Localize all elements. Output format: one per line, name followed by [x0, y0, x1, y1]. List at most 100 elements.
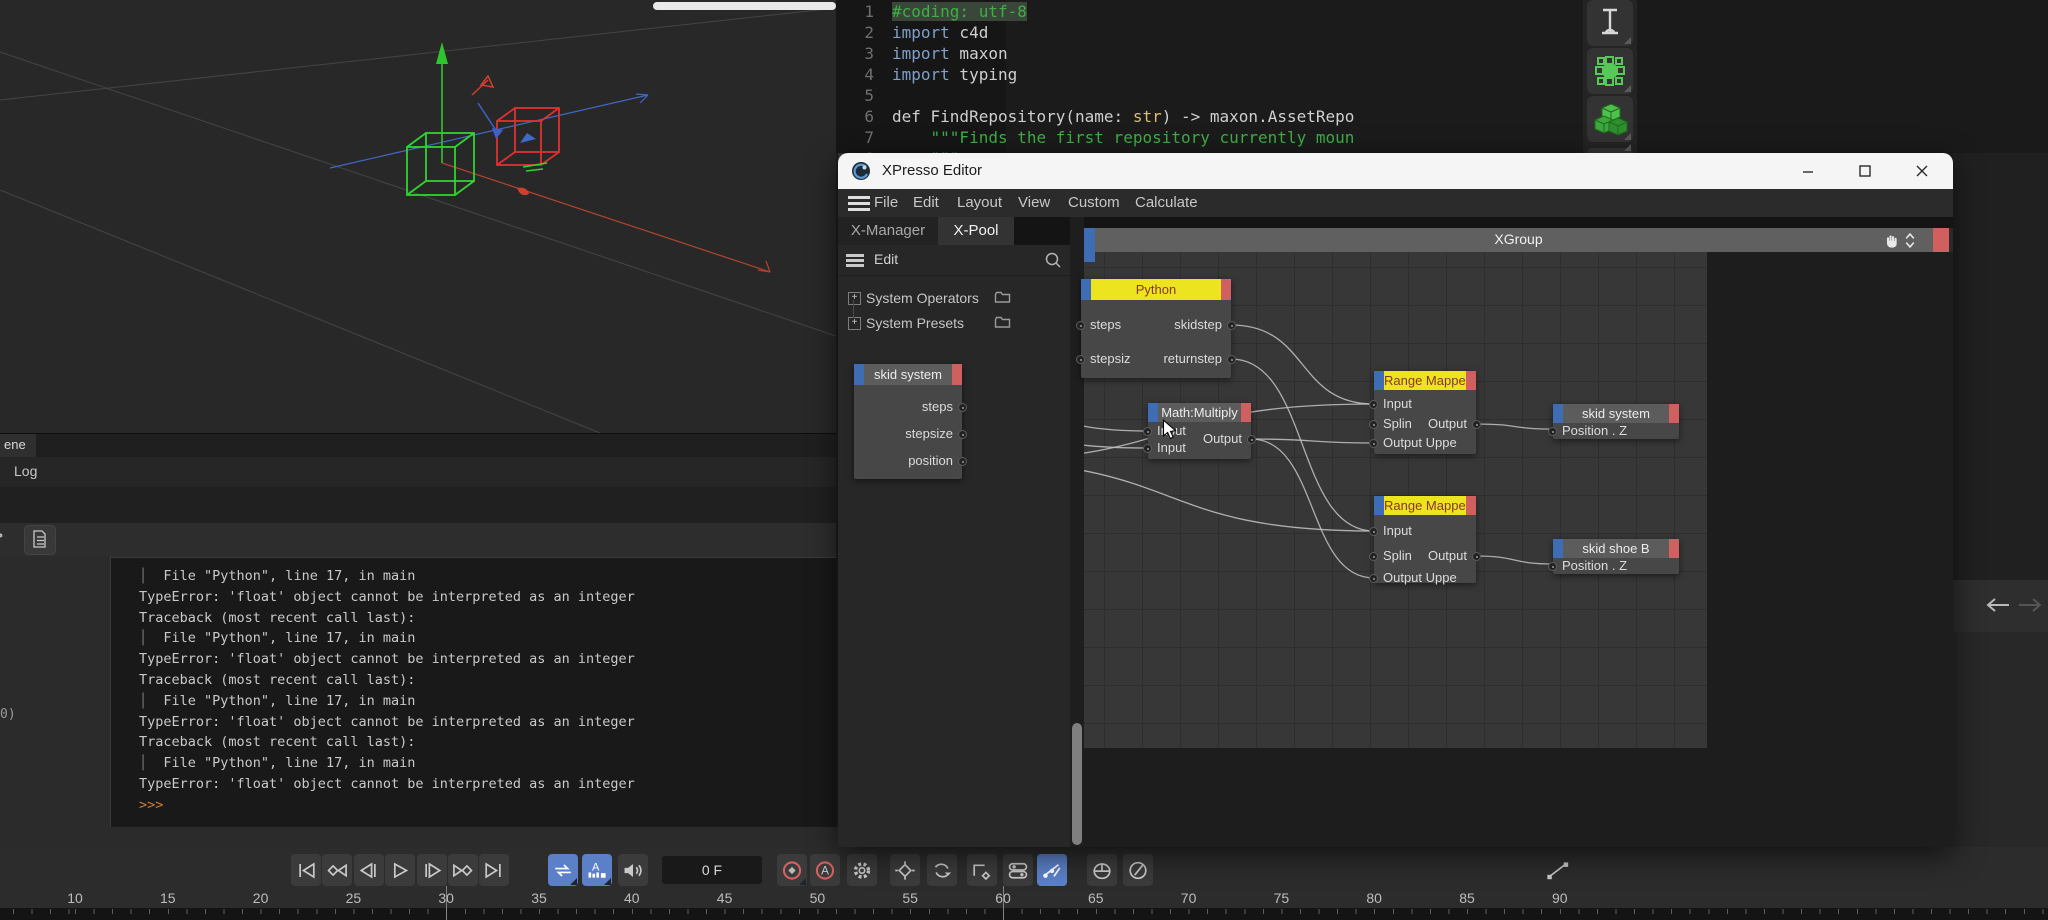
record-objects-button[interactable]	[1123, 854, 1153, 886]
port-input[interactable]	[1143, 444, 1152, 453]
node-titlebar[interactable]: Python	[1081, 279, 1231, 300]
scrollbar-thumb[interactable]	[1072, 723, 1082, 845]
minimize-button[interactable]	[1790, 161, 1826, 181]
ruler-marker[interactable]	[1003, 886, 1004, 920]
document-icon[interactable]	[24, 525, 56, 555]
key-parameter-button[interactable]	[1003, 854, 1033, 886]
record-mouse-button[interactable]	[1087, 854, 1117, 886]
key-pla-button[interactable]	[1037, 854, 1067, 886]
port-output[interactable]	[958, 457, 967, 466]
wire[interactable]	[1231, 359, 1374, 531]
chevron-right-icon[interactable]: >	[0, 526, 3, 546]
expand-icon[interactable]: +	[848, 292, 861, 305]
next-key-button[interactable]	[448, 854, 478, 886]
curve-tool-button[interactable]	[1543, 854, 1573, 886]
go-to-end-button[interactable]	[479, 854, 509, 886]
autokey-range-button[interactable]: A	[582, 854, 612, 886]
spline-pen-icon[interactable]	[1587, 0, 1633, 46]
play-button[interactable]	[385, 854, 415, 886]
go-to-start-button[interactable]	[291, 854, 321, 886]
scroll-updown-icon[interactable]	[1904, 233, 1916, 248]
port-input[interactable]	[1369, 439, 1378, 448]
array-gizmo-icon[interactable]	[1587, 48, 1633, 94]
node-range-mapper-1[interactable]: Range MapperInputSplinOutput UppeOutput	[1374, 371, 1476, 454]
wire[interactable]	[1476, 424, 1553, 429]
node-skid-system-right[interactable]: skid systemPosition . Z	[1553, 404, 1679, 439]
menu-file[interactable]: File	[874, 194, 898, 211]
xgroup-header[interactable]: XGroup	[1084, 228, 1953, 252]
tree-item-system-presets[interactable]: +System Presets	[838, 311, 1070, 336]
port-input[interactable]	[1143, 427, 1152, 436]
menu-view[interactable]: View	[1018, 194, 1050, 211]
3d-viewport[interactable]	[0, 0, 836, 433]
port-output[interactable]	[1472, 552, 1481, 561]
tree-item-system-operators[interactable]: +System Operators	[838, 286, 1070, 311]
close-button[interactable]	[1904, 161, 1940, 181]
back-arrow-icon[interactable]	[1985, 595, 2011, 615]
hamburger-menu-icon[interactable]	[846, 254, 864, 257]
hand-pan-icon[interactable]	[1884, 233, 1898, 248]
menu-layout[interactable]: Layout	[957, 194, 1002, 211]
previous-key-button[interactable]	[322, 854, 352, 886]
menu-edit[interactable]: Edit	[913, 194, 939, 211]
wire[interactable]	[1251, 439, 1374, 443]
port-output[interactable]	[958, 403, 967, 412]
node-skid-system-left[interactable]: skid systemstepsstepsizeposition	[854, 364, 962, 479]
horizontal-scrollbar[interactable]	[653, 2, 836, 10]
node-skid-shoe-b[interactable]: skid shoe BPosition . Z	[1553, 539, 1679, 574]
folder-icon[interactable]	[994, 291, 1011, 304]
current-frame-field[interactable]: 0 F	[662, 856, 762, 884]
menu-calculate[interactable]: Calculate	[1135, 194, 1198, 211]
window-titlebar[interactable]: XPresso Editor	[838, 153, 1953, 189]
key-position-button[interactable]	[890, 854, 920, 886]
ruler-marker[interactable]	[446, 886, 447, 920]
key-scale-button[interactable]	[967, 854, 997, 886]
autokeying-button[interactable]: A	[810, 854, 840, 886]
script-editor[interactable]: 1#coding: utf-82import c4d3import maxon4…	[836, 0, 1583, 153]
port-output[interactable]	[1227, 355, 1236, 364]
node-range-mapper-2[interactable]: Range MapperInputSplinOutput UppeOutput	[1374, 496, 1476, 583]
tab-x-manager[interactable]: X-Manager	[838, 217, 938, 245]
port-input[interactable]	[1369, 574, 1378, 583]
node-python[interactable]: Pythonstepsstepsizskidstepreturnstep	[1081, 279, 1231, 378]
wire[interactable]	[1476, 556, 1553, 564]
wire[interactable]	[1251, 439, 1374, 578]
port-input[interactable]	[1548, 562, 1557, 571]
port-input[interactable]	[1076, 355, 1085, 364]
node-titlebar[interactable]: Range Mapper	[1374, 496, 1476, 515]
folder-icon[interactable]	[994, 316, 1011, 329]
port-input[interactable]	[1369, 527, 1378, 536]
hamburger-menu-icon[interactable]	[848, 196, 870, 199]
sound-button[interactable]	[618, 854, 648, 886]
expand-icon[interactable]: +	[848, 317, 861, 330]
port-output[interactable]	[1247, 435, 1256, 444]
port-output[interactable]	[958, 430, 967, 439]
port-input[interactable]	[1548, 427, 1557, 436]
node-titlebar[interactable]: Range Mapper	[1374, 371, 1476, 390]
port-input[interactable]	[1369, 420, 1378, 429]
previous-frame-button[interactable]	[354, 854, 384, 886]
menu-custom[interactable]: Custom	[1068, 194, 1120, 211]
next-frame-button[interactable]	[417, 854, 447, 886]
loop-button[interactable]	[548, 854, 578, 886]
port-input[interactable]	[1076, 321, 1085, 330]
record-keyframe-button[interactable]	[777, 854, 807, 886]
node-titlebar[interactable]: skid system	[854, 364, 962, 385]
node-titlebar[interactable]: skid shoe B	[1553, 539, 1679, 558]
maximize-button[interactable]	[1847, 161, 1883, 181]
forward-arrow-icon[interactable]	[2017, 595, 2043, 615]
tab-x-pool[interactable]: X-Pool	[938, 217, 1014, 245]
keying-settings-button[interactable]	[847, 854, 877, 886]
port-output[interactable]	[1472, 420, 1481, 429]
node-titlebar[interactable]: skid system	[1553, 404, 1679, 423]
search-icon[interactable]	[1044, 251, 1062, 269]
port-input[interactable]	[1369, 400, 1378, 409]
volume-cubes-icon[interactable]	[1587, 96, 1633, 142]
timeline-tick-strip[interactable]	[0, 908, 2048, 920]
xpool-edit-menu[interactable]: Edit	[874, 251, 898, 267]
port-input[interactable]	[1369, 552, 1378, 561]
key-rotation-button[interactable]	[927, 854, 957, 886]
port-output[interactable]	[1227, 321, 1236, 330]
python-console[interactable]: │ File "Python", line 17, in mainTypeErr…	[110, 557, 836, 827]
log-tab-bar[interactable]: Log	[0, 457, 836, 488]
